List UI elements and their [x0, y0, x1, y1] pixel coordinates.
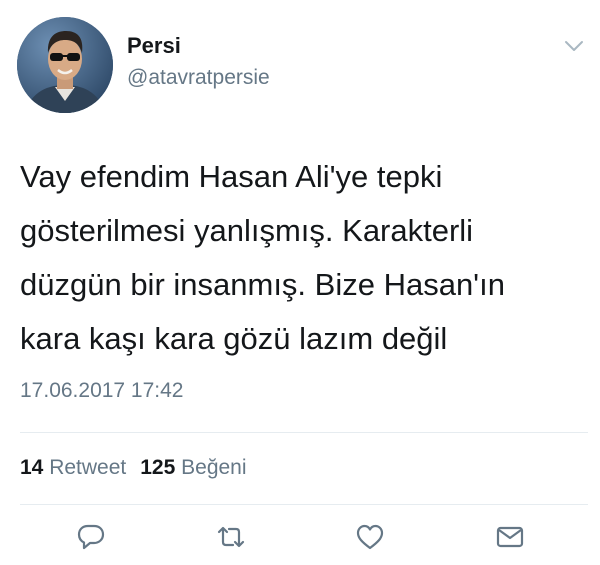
author-handle[interactable]: @atavratpersie [127, 66, 270, 90]
heart-icon[interactable] [355, 522, 385, 552]
like-stat[interactable]: 125 Beğeni [140, 456, 246, 479]
like-label: Beğeni [181, 456, 247, 479]
tweet-text-line: gösterilmesi yanlışmış. Karakterli [20, 213, 474, 248]
retweet-icon[interactable] [216, 522, 246, 552]
avatar[interactable] [17, 17, 113, 113]
divider [20, 432, 588, 433]
reply-icon[interactable] [76, 522, 106, 552]
retweet-stat[interactable]: 14 Retweet [20, 456, 126, 479]
chevron-down-icon[interactable] [563, 38, 585, 54]
like-count: 125 [140, 456, 176, 479]
tweet-card: Persi @atavratpersie Vay efendim Hasan A… [0, 0, 600, 565]
tweet-stats: 14 Retweet 125 Beğeni [20, 456, 247, 480]
author-name[interactable]: Persi [127, 33, 181, 59]
divider [20, 504, 588, 505]
tweet-text: Vay efendim Hasan Ali'ye tepki gösterilm… [20, 150, 585, 366]
tweet-text-line: düzgün bir insanmış. Bize Hasan'ın [20, 267, 505, 302]
envelope-icon[interactable] [495, 522, 525, 552]
tweet-text-line: kara kaşı kara gözü lazım değil [20, 321, 448, 356]
tweet-text-line: Vay efendim Hasan Ali'ye tepki [20, 159, 443, 194]
tweet-timestamp: 17.06.2017 17:42 [20, 379, 184, 402]
retweet-count: 14 [20, 456, 44, 479]
retweet-label: Retweet [49, 456, 127, 479]
